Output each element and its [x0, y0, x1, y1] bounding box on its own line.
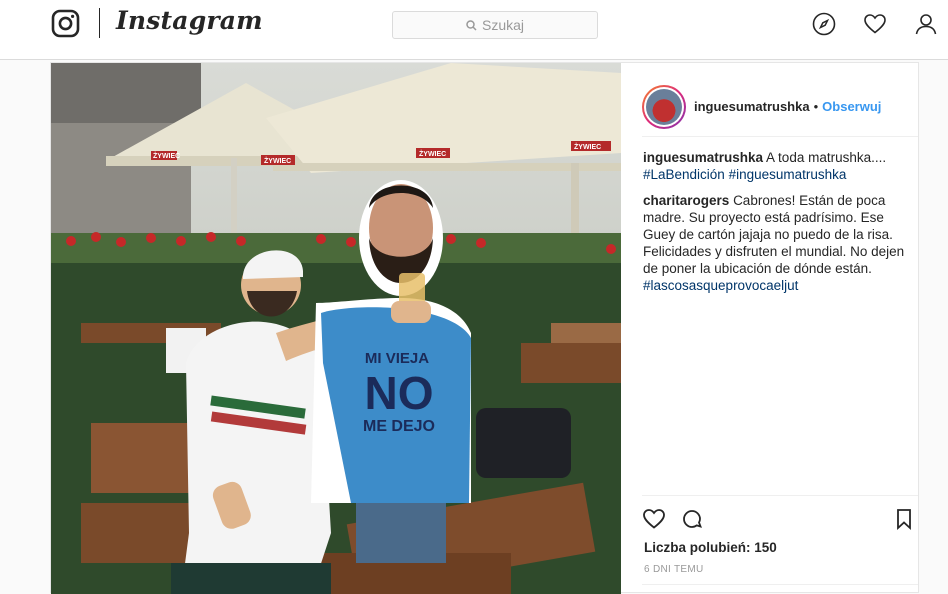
shirt-text-line: ME DEJO — [363, 418, 435, 435]
instagram-glyph-icon[interactable] — [51, 9, 80, 38]
logo-divider — [99, 8, 100, 38]
comment-icon[interactable] — [680, 507, 704, 531]
comment-text: A toda matrushka.... — [766, 150, 887, 165]
bookmark-icon[interactable] — [892, 507, 916, 531]
comment-hashtags[interactable]: #lascosasqueprovocaeljut — [643, 278, 798, 293]
comment-item: inguesumatrushka A toda matrushka.... #L… — [643, 149, 919, 183]
comments-list: inguesumatrushka A toda matrushka.... #L… — [643, 149, 919, 303]
user-icon[interactable] — [914, 12, 938, 36]
photo-scene: ŻYWIEC ŻYWIEC ŻYWIEC ŻYWIEC MI VIEJA NO … — [51, 63, 621, 594]
comment-author[interactable]: charitarogers — [643, 193, 729, 208]
heart-icon[interactable] — [863, 12, 887, 36]
post-actions: Liczba polubień: 150 6 DNI TEMU — [642, 495, 918, 583]
photo-sign: ŻYWIEC — [419, 150, 446, 158]
post-card: ŻYWIEC ŻYWIEC ŻYWIEC ŻYWIEC MI VIEJA NO … — [50, 62, 920, 594]
shirt-text-line: NO — [365, 367, 434, 419]
separator-dot: • — [813, 99, 819, 114]
photo-sign: ŻYWIEC — [153, 152, 180, 160]
top-navigation: Instagram Szukaj — [0, 0, 948, 60]
post-sidebar: inguesumatrushka • Obserwuj inguesumatru… — [622, 63, 920, 594]
post-header: inguesumatrushka • Obserwuj — [642, 77, 918, 137]
comment-author[interactable]: inguesumatrushka — [643, 150, 763, 165]
like-icon[interactable] — [642, 507, 666, 531]
photo-sign: ŻYWIEC — [264, 157, 291, 165]
search-placeholder: Szukaj — [481, 17, 525, 33]
follow-button[interactable]: Obserwuj — [822, 99, 881, 114]
compass-icon[interactable] — [812, 12, 836, 36]
comment-hashtags[interactable]: #LaBendición #inguesumatrushka — [643, 167, 846, 182]
avatar[interactable] — [642, 84, 686, 129]
search-input[interactable]: Szukaj — [392, 11, 598, 39]
shirt-text-line: MI VIEJA — [365, 350, 429, 367]
post-author-username[interactable]: inguesumatrushka — [694, 99, 810, 114]
instagram-wordmark[interactable]: Instagram — [116, 6, 263, 35]
post-timestamp[interactable]: 6 DNI TEMU — [644, 564, 704, 575]
search-icon — [466, 19, 477, 31]
photo-sign: ŻYWIEC — [574, 143, 601, 151]
comment-item: charitarogers Cabrones! Están de poca ma… — [643, 192, 919, 294]
likes-count[interactable]: Liczba polubień: 150 — [644, 540, 777, 555]
post-photo[interactable]: ŻYWIEC ŻYWIEC ŻYWIEC ŻYWIEC MI VIEJA NO … — [51, 63, 621, 594]
